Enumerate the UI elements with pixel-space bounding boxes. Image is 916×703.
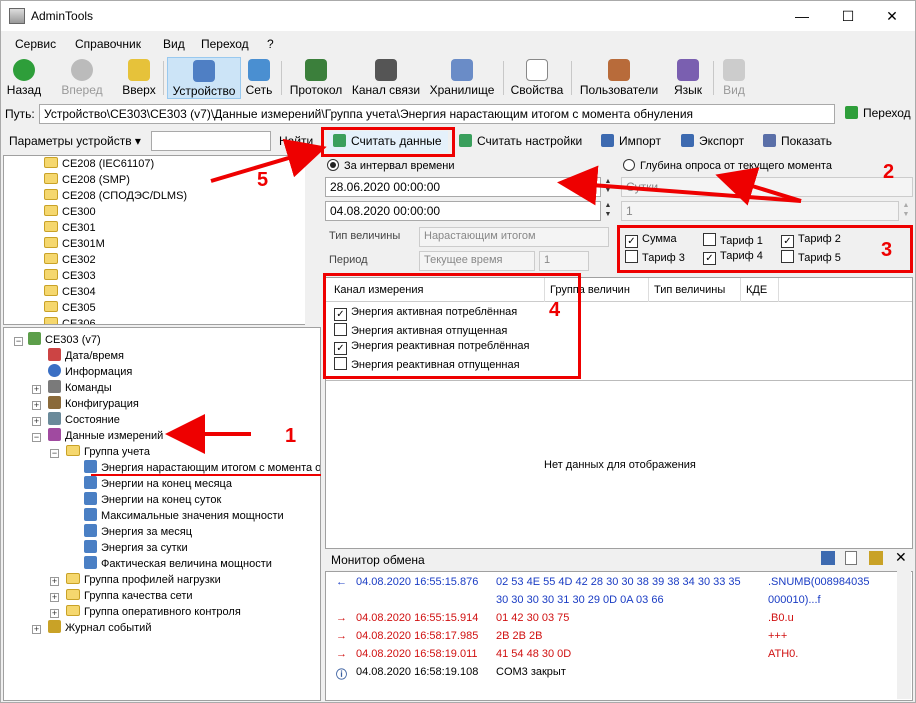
annotation-arrows (91, 138, 802, 476)
